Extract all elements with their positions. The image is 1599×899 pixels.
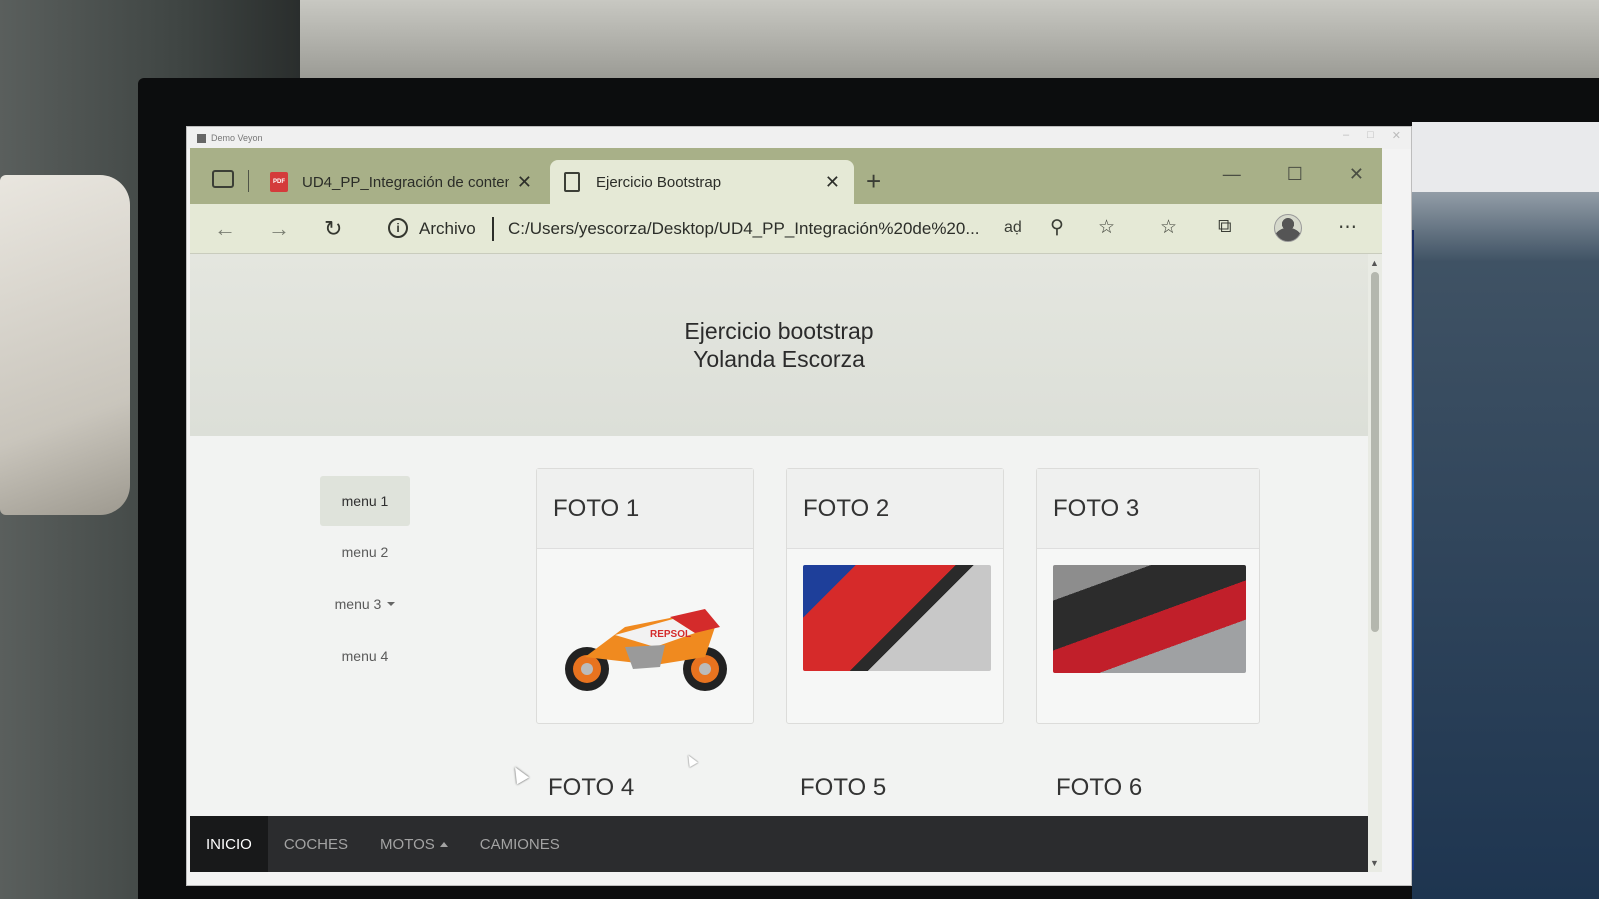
veyon-icon: [197, 133, 206, 143]
photo-card-4-heading: FOTO 4: [548, 774, 635, 801]
page-scrollbar[interactable]: ▲ ▼: [1368, 254, 1382, 872]
minimize-icon[interactable]: —: [1223, 164, 1241, 185]
page-content: Ejercicio bootstrap Yolanda Escorza menu…: [190, 254, 1368, 872]
address-bar: ← → ↻ i Archivo C:/Users/yescorza/Deskto…: [190, 204, 1382, 254]
page-title: Ejercicio bootstrap: [684, 318, 874, 344]
scroll-up-icon[interactable]: ▲: [1370, 258, 1379, 268]
close-tab-icon[interactable]: ✕: [825, 172, 840, 193]
tab-title: Ejercicio Bootstrap: [596, 173, 722, 191]
motorcycle-seat-image: [1053, 565, 1246, 673]
veyon-titlebar: Demo Veyon: [187, 127, 1411, 149]
mouse-cursor-icon: [508, 763, 530, 785]
photo-card-3: FOTO 3: [1036, 468, 1260, 724]
side-menu-item-1[interactable]: menu 1: [320, 476, 410, 526]
close-icon[interactable]: ✕: [1392, 129, 1401, 142]
mouse-cursor-icon: [683, 752, 699, 768]
veyon-title: Demo Veyon: [211, 133, 263, 143]
jumbotron: Ejercicio bootstrap Yolanda Escorza: [190, 254, 1368, 436]
url-field[interactable]: C:/Users/yescorza/Desktop/UD4_PP_Integra…: [508, 219, 980, 239]
secondary-window: [1412, 122, 1599, 899]
browser-window: PDF UD4_PP_Integración de contenid ✕ Eje…: [190, 148, 1382, 872]
veyon-window-controls[interactable]: – □ ✕: [1343, 129, 1401, 142]
collections-icon[interactable]: ⧉: [1218, 216, 1232, 238]
side-menu-item-label: menu 3: [334, 596, 382, 612]
background-object: [0, 175, 130, 515]
bike-brand-decal: REPSOL: [650, 629, 691, 640]
tab-actions-icon[interactable]: [212, 170, 234, 188]
maximize-icon[interactable]: □: [1367, 129, 1374, 142]
close-icon[interactable]: ✕: [1349, 164, 1364, 185]
photo-card-2: FOTO 2: [786, 468, 1004, 724]
photo-card-1: FOTO 1 REPSOL: [536, 468, 754, 724]
maximize-icon[interactable]: ☐: [1287, 164, 1303, 185]
page-subtitle: Yolanda Escorza: [693, 346, 865, 372]
tab-pdf[interactable]: PDF UD4_PP_Integración de contenid ✕: [256, 160, 546, 204]
motorcycle-image: REPSOL: [565, 609, 727, 691]
side-menu-item-2[interactable]: menu 2: [320, 526, 410, 578]
tab-bar: PDF UD4_PP_Integración de contenid ✕ Eje…: [190, 148, 1382, 204]
address-separator: [492, 217, 494, 241]
side-menu-item-4[interactable]: menu 4: [320, 630, 410, 682]
card-heading: FOTO 3: [1037, 469, 1259, 549]
caret-up-icon: [439, 841, 448, 847]
photo-card-5-heading: FOTO 5: [800, 774, 887, 801]
more-options-icon[interactable]: ⋯: [1338, 216, 1357, 239]
scrollbar-thumb[interactable]: [1371, 272, 1379, 632]
minimize-icon[interactable]: –: [1343, 129, 1349, 142]
document-icon: [564, 172, 580, 192]
secondary-window-toolbar: [1412, 122, 1599, 192]
pdf-icon: PDF: [270, 172, 288, 192]
photo-card-6-heading: FOTO 6: [1056, 774, 1143, 801]
background-ceiling: [300, 0, 1599, 80]
nav-coches[interactable]: COCHES: [268, 816, 364, 872]
favorites-icon[interactable]: ☆: [1160, 216, 1177, 239]
window-controls[interactable]: — ☐ ✕: [1223, 164, 1364, 185]
tab-active[interactable]: Ejercicio Bootstrap ✕: [550, 160, 854, 204]
nav-camiones[interactable]: CAMIONES: [464, 816, 576, 872]
scroll-down-icon[interactable]: ▼: [1370, 858, 1379, 868]
forward-arrow-icon[interactable]: →: [268, 216, 290, 242]
add-favorite-icon[interactable]: ☆: [1098, 216, 1115, 239]
new-tab-button[interactable]: +: [866, 166, 881, 197]
close-tab-icon[interactable]: ✕: [517, 172, 532, 193]
site-info-label[interactable]: Archivo: [419, 219, 476, 239]
card-heading: FOTO 2: [787, 469, 1003, 549]
side-menu-item-3[interactable]: menu 3: [320, 578, 410, 630]
bottom-navbar: INICIO COCHES MOTOS CAMIONES: [190, 816, 1368, 872]
refresh-icon[interactable]: ↻: [324, 216, 342, 242]
tab-separator: [248, 170, 249, 192]
zoom-out-icon[interactable]: ⚲: [1050, 216, 1064, 239]
read-aloud-icon[interactable]: aḍ: [1004, 219, 1022, 237]
side-menu: menu 1 menu 2 menu 3 menu 4: [320, 476, 410, 682]
info-icon[interactable]: i: [388, 218, 408, 238]
nav-motos-label: MOTOS: [380, 835, 435, 853]
tab-title: UD4_PP_Integración de contenid: [302, 173, 509, 191]
nav-inicio[interactable]: INICIO: [190, 816, 268, 872]
back-arrow-icon[interactable]: ←: [214, 216, 236, 242]
nav-motos[interactable]: MOTOS: [364, 816, 464, 872]
profile-avatar[interactable]: [1274, 214, 1302, 242]
card-heading: FOTO 1: [537, 469, 753, 549]
caret-down-icon: [387, 602, 396, 606]
motorcycle-front-image: [803, 565, 991, 671]
